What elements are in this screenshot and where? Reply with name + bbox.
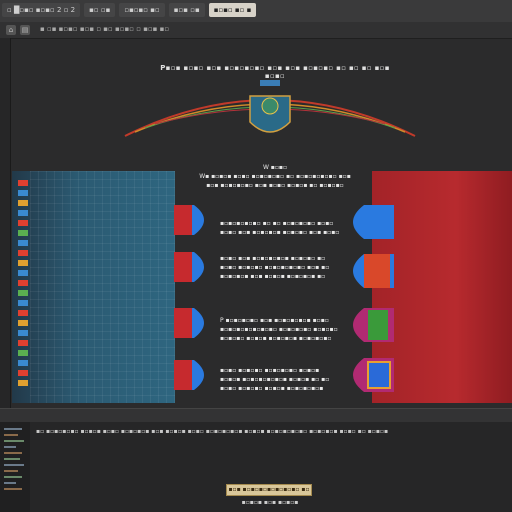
emblem-graphic: [124, 80, 416, 137]
row-3-text: P ▪▫▪▫▪▫▪▫ ▪▫▪ ▪▫▪▫▪▫▪▫▪ ▪▫▪▫ ▪▫▪▫▪▫▪▫▪▫…: [220, 317, 338, 342]
console-gutter: [0, 422, 30, 512]
status-badge[interactable]: ▪▫▪ ▪▫▪▫▪▫▪▫▪▫▪▫▪▫ ▪▫: [226, 484, 312, 496]
row-1-text: ▪▫▪▫▪▫▪▫▪▫ ▪▫ ▪▫ ▪▫▪▫▪▫▪▫ ▪▫▪▫ ▪▫▪▫ ▪▫▪ …: [220, 220, 340, 236]
row-2-left-marker: [174, 252, 204, 282]
grid-overlay: [30, 171, 175, 403]
panel-divider[interactable]: [0, 408, 512, 423]
row-1-right-marker: [353, 205, 394, 239]
toolbar-icons: ⌂ ▤: [6, 25, 30, 35]
tab-5[interactable]: ▪▫▪▫ ▪▫ ▪: [208, 3, 257, 17]
tab-2[interactable]: ▪▫ ▫▪: [84, 3, 116, 17]
file-icon[interactable]: ▤: [20, 25, 30, 35]
subtitle-block: W ▪▫▪▫ W▪ ▪▫▪▫▪ ▪▫▪▫ ▪▫▪▫▪▫▪▫ ▪▫ ▪▫▪▫▪▫▪…: [190, 163, 360, 190]
row-2-text: ▪▫▪▫ ▪▫▪ ▪▫▪▫▪▫▪▫▪ ▪▫▪▫▪▫ ▪▫ ▪▫▪▫ ▪▫▪▫▪▫…: [220, 255, 330, 280]
color-strip: [14, 180, 30, 402]
row-3-right-marker: [353, 308, 394, 342]
toolbar: ⌂ ▤ ▪ ▫▪ ▪▫▪▫ ▪▫▪ ▫ ▪▫ ▪▫▪▫ ▫ ▪▫▪ ▪▫: [0, 22, 512, 39]
home-icon[interactable]: ⌂: [6, 25, 16, 35]
subtitle-line-3: ▪▫▪ ▪▫▪▫▪▫▪▫ ▪▫▪ ▪▫▪▫ ▪▫▪▫▪ ▪▫ ▪▫▪▫▪▫: [206, 182, 344, 189]
row-4-left-marker: [174, 360, 204, 390]
tab-strip: ▫ █▫▪▫ ▪▫▪▫ 2 ▫ 2 ▪▫ ▫▪ ▫▪▫▪▫ ▪▫ ▪▫▪ ▫▪ …: [2, 3, 257, 19]
row-1-left-marker: [174, 205, 204, 235]
row-4-text: ▪▫▪▫ ▪▫▪▫▪▫ ▪▫▪▫▪▫▪▫ ▪▫▪▫▪ ▪▫▪▫▪ ▪▫▪▫▪▫▪…: [220, 367, 330, 392]
subtitle-line-1: W ▪▫▪▫: [262, 164, 288, 171]
subtitle-line-2: W▪ ▪▫▪▫▪ ▪▫▪▫ ▪▫▪▫▪▫▪▫ ▪▫ ▪▫▪▫▪▫▪▫▪▫ ▪▫▪: [199, 173, 351, 180]
console-output-line: ▪▫ ▪▫▪▫▪▫▪▫ ▪▫▪▫▪ ▪▫▪▫ ▪▫▪▫▪▫▪ ▪▫▪ ▪▫▪▫▪…: [36, 428, 389, 435]
row-3-left-marker: [174, 308, 204, 338]
row-2-right-marker: [353, 254, 394, 288]
path-breadcrumb: ▪ ▫▪ ▪▫▪▫ ▪▫▪ ▫ ▪▫ ▪▫▪▫ ▫ ▪▫▪ ▪▫: [40, 25, 170, 33]
tab-1[interactable]: ▫ █▫▪▫ ▪▫▪▫ 2 ▫ 2: [2, 3, 81, 17]
status-caption: ▪▫▪▫▪ ▪▫▪ ▪▫▪▫▪: [241, 499, 299, 506]
title-bar: ▫ █▫▪▫ ▪▫▪▫ 2 ▫ 2 ▪▫ ▫▪ ▫▪▫▪▫ ▪▫ ▪▫▪ ▫▪ …: [0, 0, 512, 23]
left-sidebar: [0, 38, 11, 410]
emblem-banner: [120, 74, 420, 146]
row-4-right-marker: [353, 358, 394, 392]
tab-3[interactable]: ▫▪▫▪▫ ▪▫: [119, 3, 165, 17]
tab-4[interactable]: ▪▫▪ ▫▪: [168, 3, 205, 17]
